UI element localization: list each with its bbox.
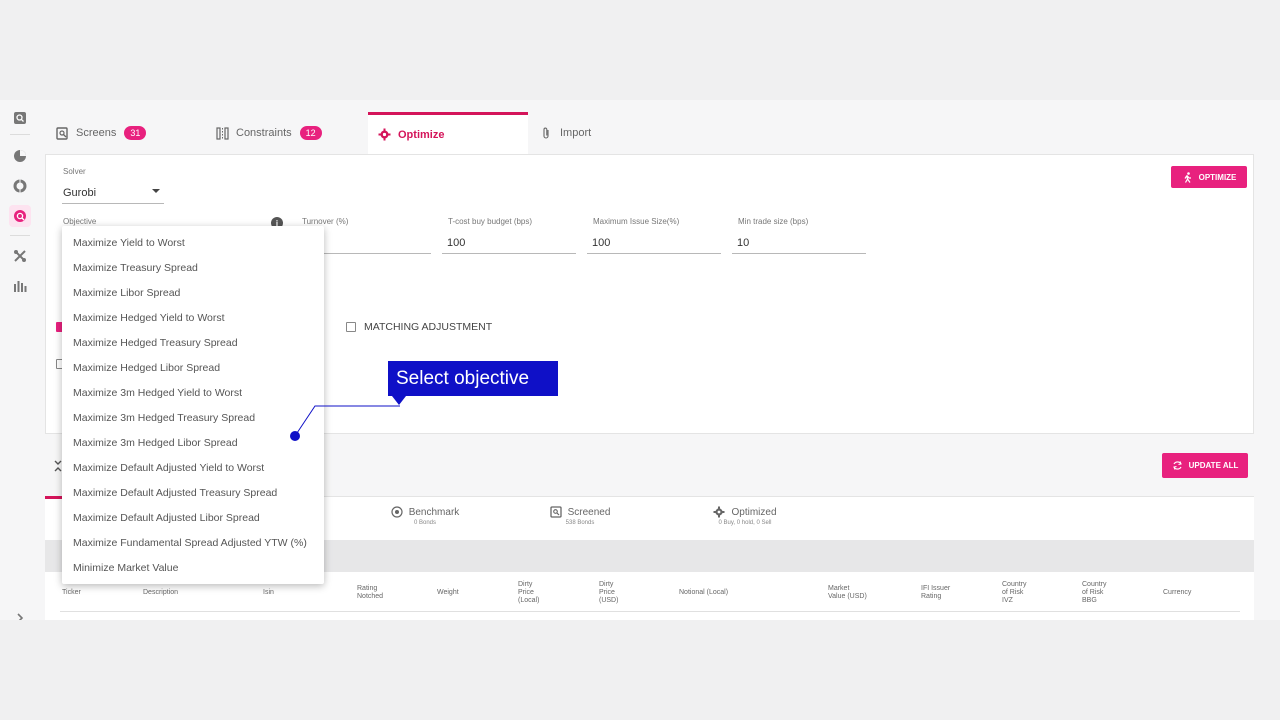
- callout-leader-line: [290, 405, 400, 441]
- callout-tail: [392, 396, 406, 405]
- callout-marker-dot: [290, 431, 300, 441]
- select-objective-callout: Select objective: [388, 361, 558, 396]
